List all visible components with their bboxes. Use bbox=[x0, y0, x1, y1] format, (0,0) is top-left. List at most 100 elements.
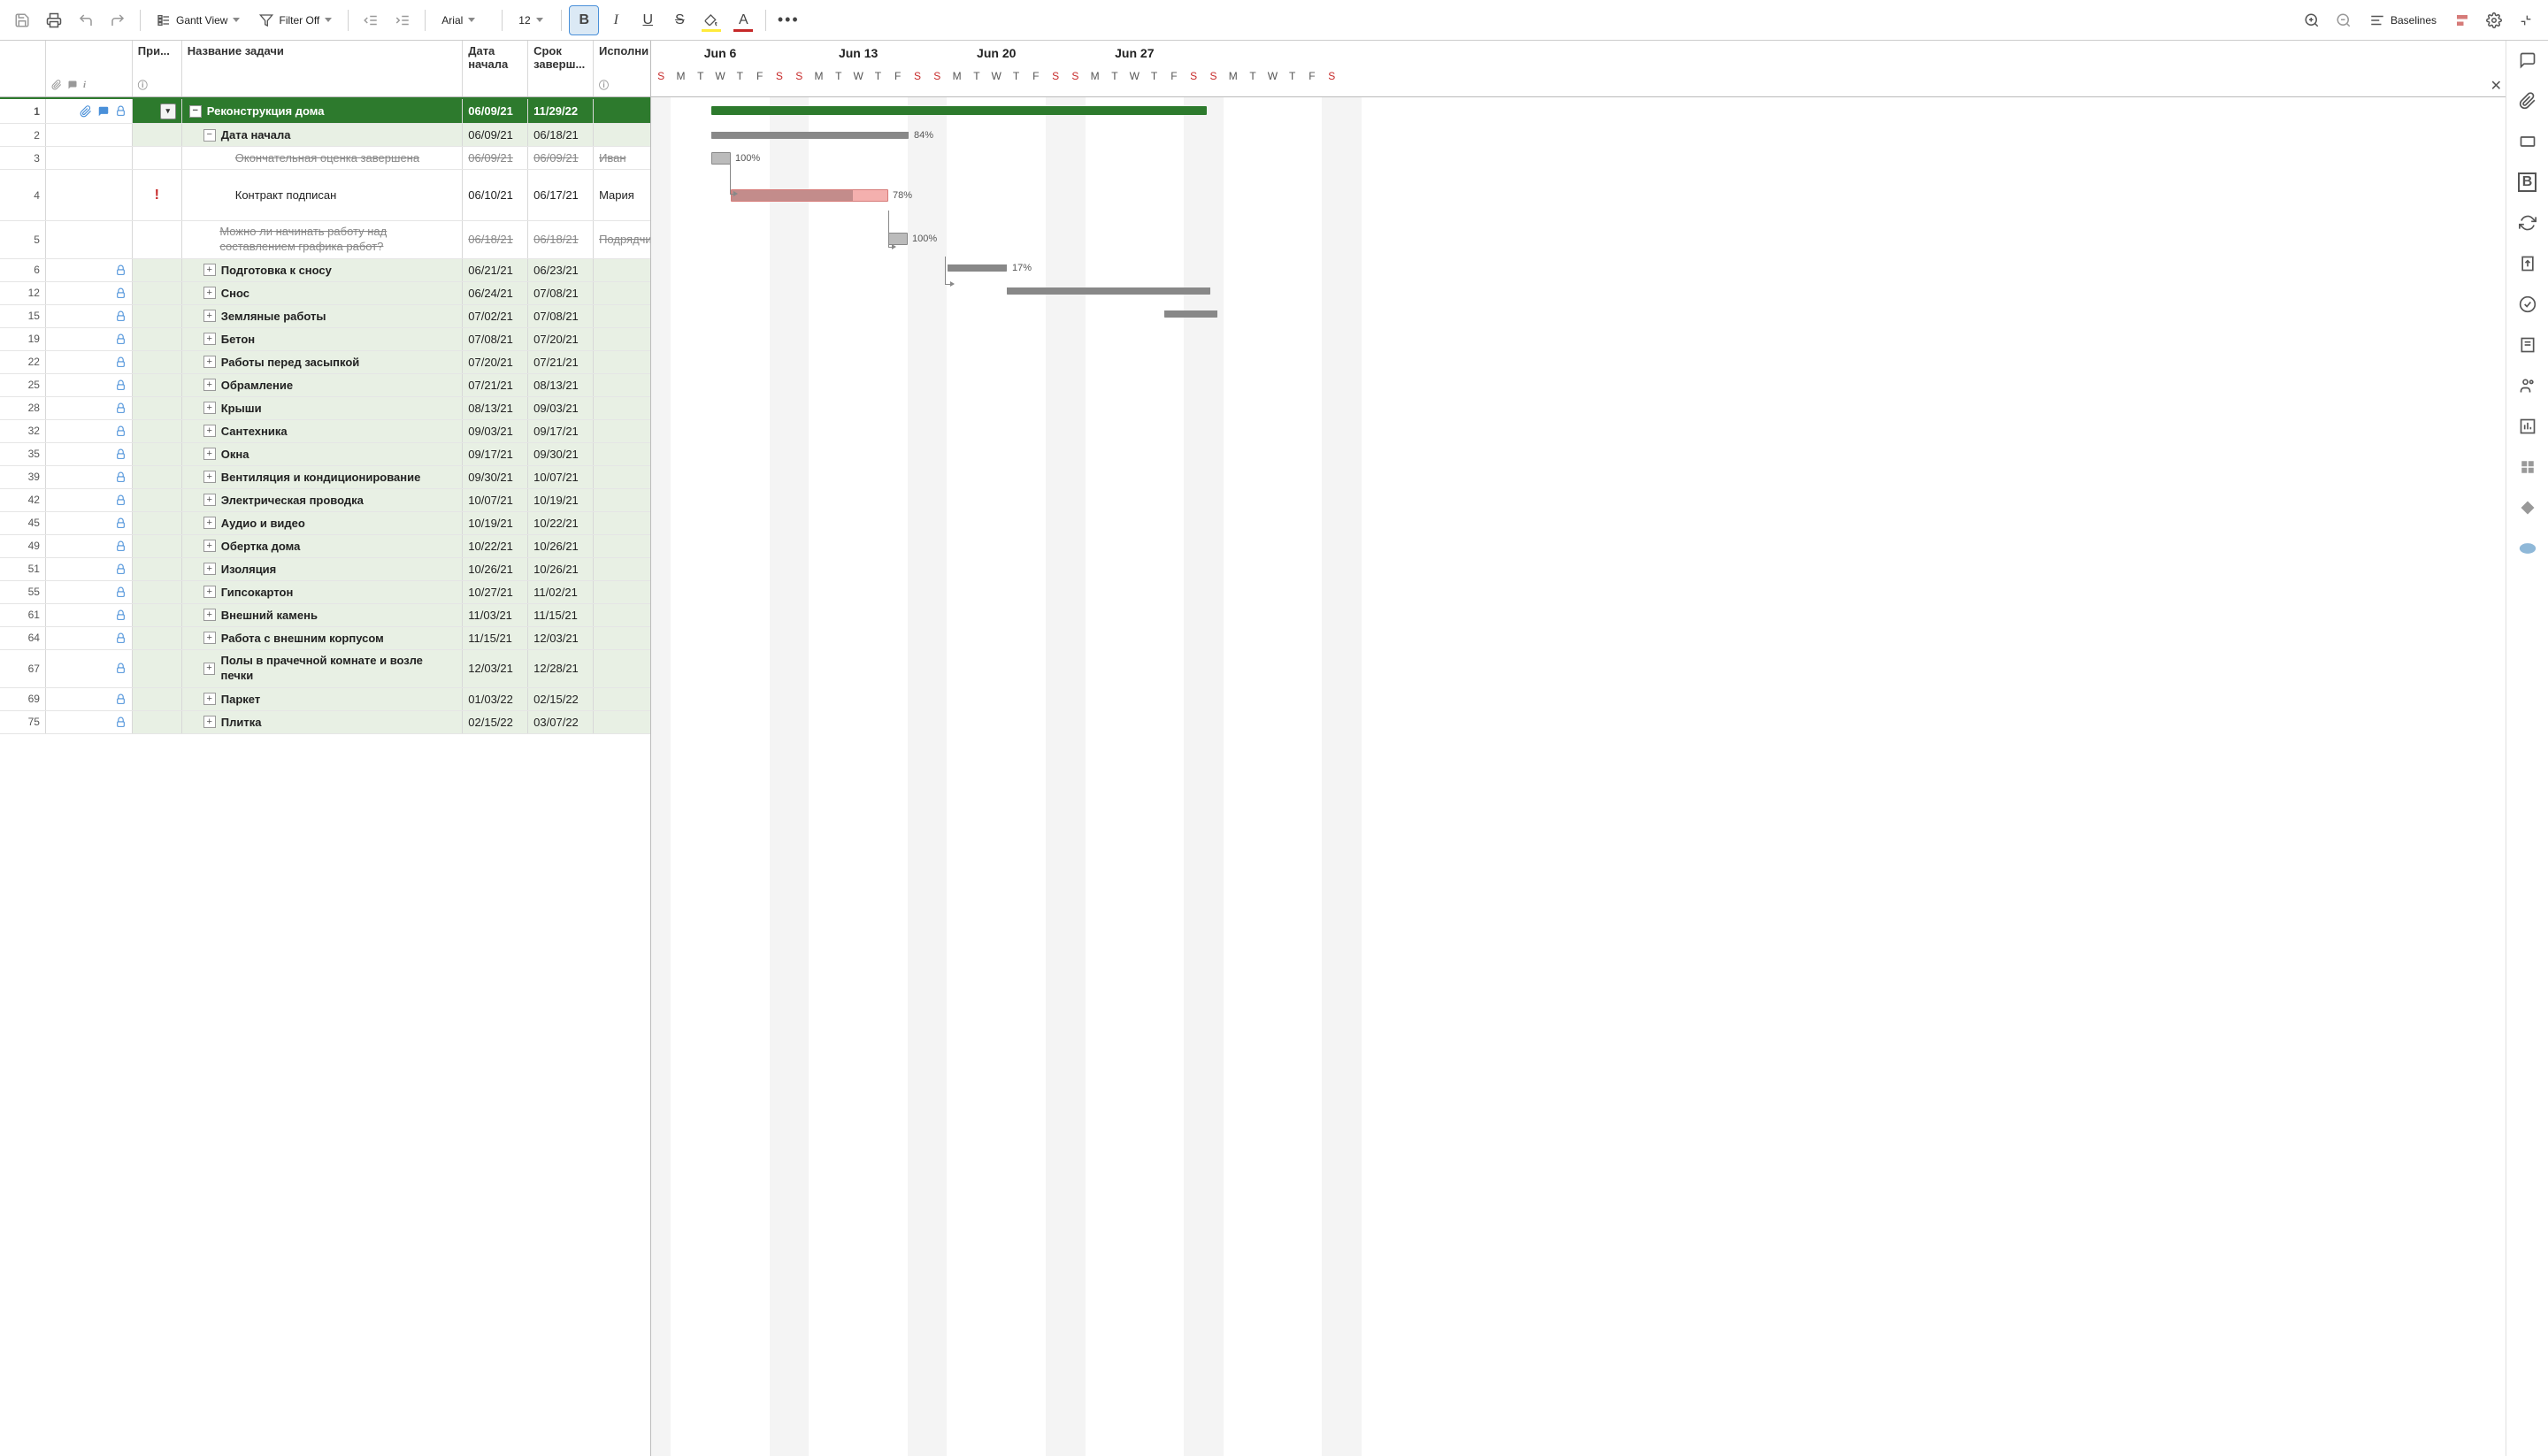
assignee-cell[interactable] bbox=[594, 305, 650, 327]
priority-header[interactable]: При... ⓘ bbox=[133, 41, 182, 96]
gantt-row[interactable] bbox=[651, 395, 2506, 418]
task-name-cell[interactable]: +Земляные работы bbox=[182, 305, 464, 327]
start-date-cell[interactable]: 09/03/21 bbox=[463, 420, 528, 442]
indent-button[interactable] bbox=[388, 5, 418, 35]
assignee-cell[interactable] bbox=[594, 420, 650, 442]
end-date-cell[interactable]: 09/30/21 bbox=[528, 443, 594, 465]
gantt-bar[interactable] bbox=[1007, 287, 1210, 295]
assignee-cell[interactable] bbox=[594, 397, 650, 419]
gantt-row[interactable] bbox=[651, 683, 2506, 706]
start-date-cell[interactable]: 07/08/21 bbox=[463, 328, 528, 350]
comment-icon[interactable] bbox=[97, 105, 110, 118]
assignee-cell[interactable] bbox=[594, 581, 650, 603]
gantt-bar[interactable] bbox=[711, 106, 1207, 115]
task-row[interactable]: 2−Дата начала06/09/2106/18/21 bbox=[0, 124, 650, 147]
conversations-icon[interactable] bbox=[2515, 48, 2540, 73]
brandfolder-icon[interactable]: B bbox=[2515, 170, 2540, 195]
start-date-cell[interactable]: 07/02/21 bbox=[463, 305, 528, 327]
assignee-cell[interactable] bbox=[594, 374, 650, 396]
gantt-row[interactable] bbox=[651, 648, 2506, 683]
task-row[interactable]: 3Окончательная оценка завершена06/09/210… bbox=[0, 147, 650, 170]
row-number[interactable]: 22 bbox=[0, 351, 46, 373]
assignee-header[interactable]: Исполни ⓘ bbox=[594, 41, 650, 96]
priority-cell[interactable] bbox=[133, 374, 182, 396]
expand-toggle[interactable]: + bbox=[203, 540, 216, 552]
start-date-cell[interactable]: 06/09/21 bbox=[463, 124, 528, 146]
gantt-row[interactable] bbox=[651, 602, 2506, 625]
row-number[interactable]: 35 bbox=[0, 443, 46, 465]
start-date-cell[interactable]: 07/20/21 bbox=[463, 351, 528, 373]
gantt-row[interactable]: 84% bbox=[651, 124, 2506, 147]
task-row[interactable]: 1▾−Реконструкция дома06/09/2111/29/22 bbox=[0, 97, 650, 124]
view-selector[interactable]: Gantt View bbox=[148, 5, 249, 35]
task-row[interactable]: 35+Окна09/17/2109/30/21 bbox=[0, 443, 650, 466]
collapse-button[interactable] bbox=[2511, 5, 2541, 35]
assignee-cell[interactable] bbox=[594, 604, 650, 626]
row-number[interactable]: 64 bbox=[0, 627, 46, 649]
priority-cell[interactable] bbox=[133, 558, 182, 580]
row-number[interactable]: 12 bbox=[0, 282, 46, 304]
row-number[interactable]: 19 bbox=[0, 328, 46, 350]
row-dropdown-button[interactable]: ▾ bbox=[160, 103, 176, 119]
priority-cell[interactable] bbox=[133, 124, 182, 146]
expand-toggle[interactable]: + bbox=[203, 693, 216, 705]
end-date-cell[interactable]: 06/18/21 bbox=[528, 124, 594, 146]
gantt-chart[interactable]: Jun 6Jun 13Jun 20Jun 27 SMTWTFSSMTWTFSSM… bbox=[651, 41, 2506, 1456]
task-name-cell[interactable]: Контракт подписан bbox=[182, 170, 464, 220]
task-row[interactable]: 69+Паркет01/03/2202/15/22 bbox=[0, 688, 650, 711]
start-date-cell[interactable]: 06/09/21 bbox=[463, 147, 528, 169]
gantt-bar[interactable]: 84% bbox=[711, 132, 909, 139]
assignee-cell[interactable] bbox=[594, 512, 650, 534]
close-gantt-button[interactable]: ✕ bbox=[2490, 77, 2502, 95]
row-number[interactable]: 39 bbox=[0, 466, 46, 488]
gantt-row[interactable] bbox=[651, 510, 2506, 533]
task-row[interactable]: 25+Обрамление07/21/2108/13/21 bbox=[0, 374, 650, 397]
row-number[interactable]: 5 bbox=[0, 221, 46, 258]
gantt-row[interactable] bbox=[651, 533, 2506, 556]
end-date-cell[interactable]: 07/08/21 bbox=[528, 305, 594, 327]
assignee-cell[interactable] bbox=[594, 351, 650, 373]
row-number[interactable]: 69 bbox=[0, 688, 46, 710]
more-button[interactable]: ••• bbox=[773, 5, 803, 35]
zoom-in-button[interactable] bbox=[2297, 5, 2327, 35]
assignee-cell[interactable] bbox=[594, 443, 650, 465]
text-color-button[interactable]: A bbox=[728, 5, 758, 35]
gantt-row[interactable] bbox=[651, 464, 2506, 487]
priority-cell[interactable] bbox=[133, 443, 182, 465]
end-date-cell[interactable]: 08/13/21 bbox=[528, 374, 594, 396]
row-number[interactable]: 15 bbox=[0, 305, 46, 327]
assignee-cell[interactable] bbox=[594, 328, 650, 350]
row-number[interactable]: 6 bbox=[0, 259, 46, 281]
priority-cell[interactable] bbox=[133, 328, 182, 350]
expand-toggle[interactable]: − bbox=[189, 105, 202, 118]
priority-cell[interactable] bbox=[133, 489, 182, 511]
priority-cell[interactable] bbox=[133, 259, 182, 281]
expand-toggle[interactable]: + bbox=[203, 471, 216, 483]
fill-color-button[interactable] bbox=[696, 5, 726, 35]
task-name-cell[interactable]: +Обертка дома bbox=[182, 535, 464, 557]
critical-path-button[interactable] bbox=[2447, 5, 2477, 35]
activity-log-icon[interactable] bbox=[2515, 292, 2540, 317]
end-date-cell[interactable]: 12/28/21 bbox=[528, 650, 594, 687]
attachment-icon[interactable] bbox=[80, 105, 92, 118]
task-name-cell[interactable]: −Реконструкция дома bbox=[182, 99, 464, 123]
start-date-cell[interactable]: 10/27/21 bbox=[463, 581, 528, 603]
expand-toggle[interactable]: + bbox=[203, 663, 216, 675]
start-date-cell[interactable]: 06/10/21 bbox=[463, 170, 528, 220]
assignee-cell[interactable]: Мария bbox=[594, 170, 650, 220]
start-date-cell[interactable]: 06/21/21 bbox=[463, 259, 528, 281]
end-date-cell[interactable]: 02/15/22 bbox=[528, 688, 594, 710]
start-date-cell[interactable]: 10/19/21 bbox=[463, 512, 528, 534]
task-row[interactable]: 42+Электрическая проводка10/07/2110/19/2… bbox=[0, 489, 650, 512]
task-name-cell[interactable]: +Окна bbox=[182, 443, 464, 465]
proofs-icon[interactable] bbox=[2515, 129, 2540, 154]
task-name-cell[interactable]: +Электрическая проводка bbox=[182, 489, 464, 511]
gantt-row[interactable]: 78% bbox=[651, 170, 2506, 221]
assignee-cell[interactable] bbox=[594, 99, 650, 123]
task-name-cell[interactable]: Можно ли начинать работу над составление… bbox=[182, 221, 464, 258]
task-name-cell[interactable]: +Паркет bbox=[182, 688, 464, 710]
start-date-cell[interactable]: 12/03/21 bbox=[463, 650, 528, 687]
expand-toggle[interactable]: + bbox=[203, 494, 216, 506]
end-date-cell[interactable]: 10/26/21 bbox=[528, 535, 594, 557]
resource-management-icon[interactable] bbox=[2515, 373, 2540, 398]
